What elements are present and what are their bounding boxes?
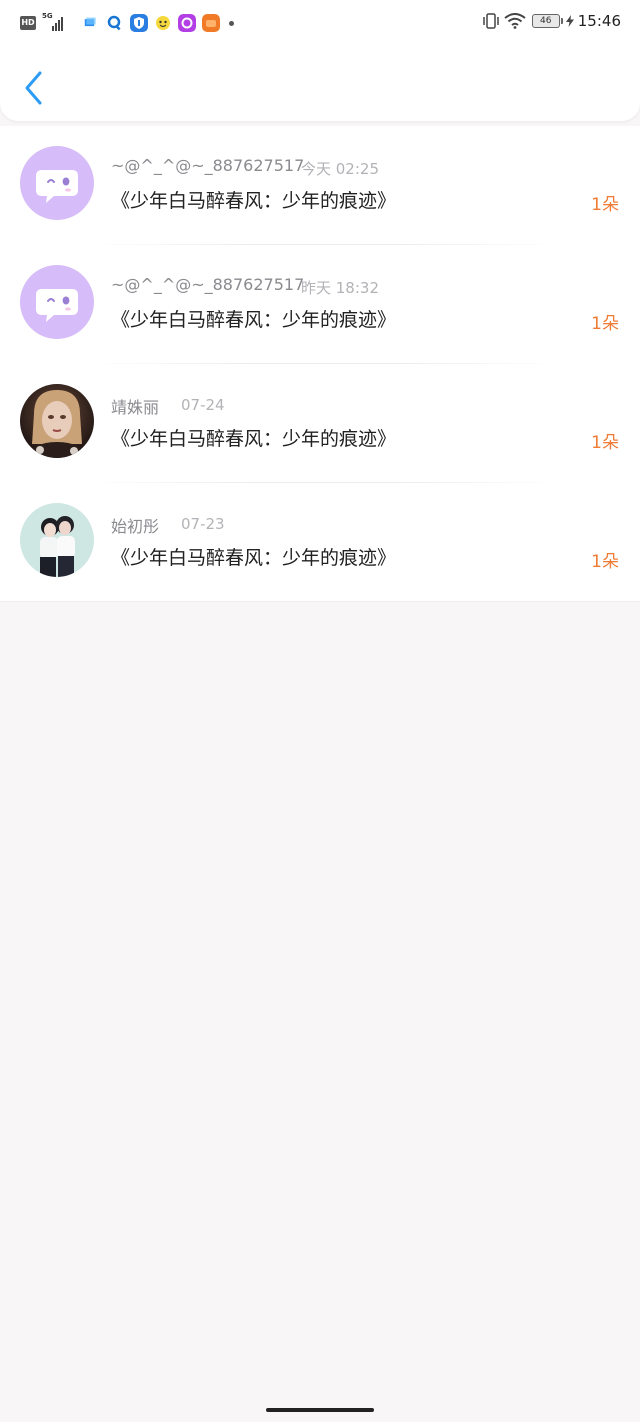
list-item[interactable]: 靖姝丽 07-24 《少年白马醉春风：少年的痕迹》 1朵 — [0, 364, 640, 483]
chevron-left-icon — [25, 71, 42, 105]
vibrate-icon — [483, 13, 499, 29]
sender-name: ~@^_^@~_887627517 — [111, 156, 305, 175]
timestamp: 昨天 18:32 — [301, 279, 379, 297]
5g-signal-icon: 5G — [42, 12, 72, 33]
status-left: HD 5G — [20, 12, 234, 33]
clock: 15:46 — [577, 12, 621, 30]
avatar[interactable] — [20, 503, 94, 577]
app-icon-shield — [130, 14, 148, 32]
app-icon-emoji — [156, 16, 170, 30]
header: HD 5G 46 15:46 — [0, 0, 640, 121]
gift-list: ~@^_^@~_887627517 今天 02:25 《少年白马醉春风：少年的痕… — [0, 126, 640, 602]
timestamp: 07-23 — [181, 515, 225, 533]
app-icon-search — [107, 15, 121, 31]
chat-bubble-avatar-icon — [20, 146, 94, 220]
flower-count: 1朵 — [591, 552, 619, 572]
back-button[interactable] — [20, 68, 50, 108]
dot-icon — [229, 20, 234, 26]
item-title: 《少年白马醉春风：少年的痕迹》 — [111, 547, 397, 569]
avatar[interactable] — [20, 265, 94, 339]
divider — [0, 601, 640, 602]
item-title: 《少年白马醉春风：少年的痕迹》 — [111, 428, 397, 450]
timestamp: 07-24 — [181, 396, 225, 414]
battery-icon: 46 — [531, 14, 563, 28]
wifi-icon — [504, 13, 526, 29]
app-icon-orange — [202, 14, 220, 32]
sender-name: 靖姝丽 — [111, 398, 160, 417]
status-right: 46 15:46 — [482, 12, 621, 30]
chat-bubble-avatar-icon — [20, 265, 94, 339]
list-item[interactable]: ~@^_^@~_887627517 今天 02:25 《少年白马醉春风：少年的痕… — [0, 126, 640, 245]
app-icon-purple — [178, 14, 196, 32]
couple-photo-avatar — [20, 503, 94, 577]
item-title: 《少年白马醉春风：少年的痕迹》 — [111, 190, 397, 212]
home-indicator[interactable] — [266, 1408, 374, 1412]
doll-photo-avatar — [20, 384, 94, 458]
flower-count: 1朵 — [591, 314, 619, 334]
flower-count: 1朵 — [591, 433, 619, 453]
item-title: 《少年白马醉春风：少年的痕迹》 — [111, 309, 397, 331]
avatar[interactable] — [20, 384, 94, 458]
status-bar: HD 5G 46 15:46 — [0, 0, 640, 46]
sender-name: ~@^_^@~_887627517 — [111, 275, 305, 294]
app-icon-blue — [84, 17, 96, 27]
list-item[interactable]: ~@^_^@~_887627517 昨天 18:32 《少年白马醉春风：少年的痕… — [0, 245, 640, 364]
timestamp: 今天 02:25 — [301, 160, 379, 178]
charging-icon — [565, 15, 574, 27]
list-item[interactable]: 始初彤 07-23 《少年白马醉春风：少年的痕迹》 1朵 — [0, 483, 640, 602]
flower-count: 1朵 — [591, 195, 619, 215]
sender-name: 始初彤 — [111, 517, 160, 536]
avatar[interactable] — [20, 146, 94, 220]
hd-icon: HD — [20, 16, 36, 30]
